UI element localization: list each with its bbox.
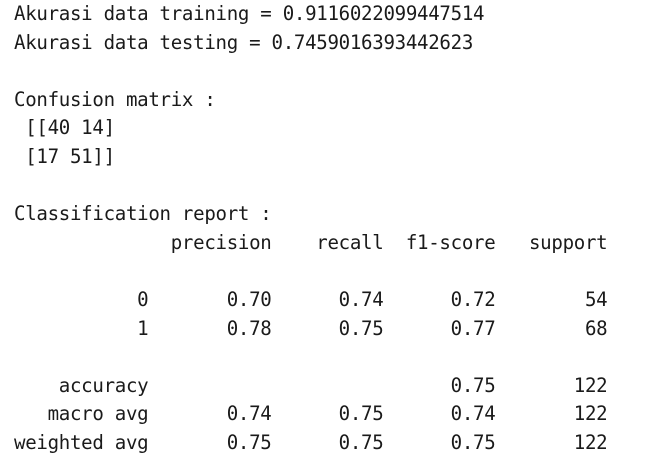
report-row-accuracy: accuracy 0.75 122 [14,373,608,397]
report-row-macro-avg: macro avg 0.74 0.75 0.74 122 [14,402,608,426]
train-accuracy-line: Akurasi data training = 0.91160220994475… [14,2,485,25]
console-output: Akurasi data training = 0.91160220994475… [0,0,654,458]
test-accuracy-line: Akurasi data testing = 0.745901639344262… [14,30,474,54]
confusion-matrix-row-2: [17 51]] [14,144,115,168]
report-row-class-1: 1 0.78 0.75 0.77 68 [14,316,608,340]
classification-report-title: Classification report : [14,202,272,226]
confusion-matrix-row-1: [[40 14] [14,116,115,140]
report-row-weighted-avg: weighted avg 0.75 0.75 0.75 122 [14,430,608,454]
report-header-row: precision recall f1-score support [14,230,608,254]
report-row-class-0: 0 0.70 0.74 0.72 54 [14,287,608,311]
confusion-matrix-title: Confusion matrix : [14,87,216,111]
